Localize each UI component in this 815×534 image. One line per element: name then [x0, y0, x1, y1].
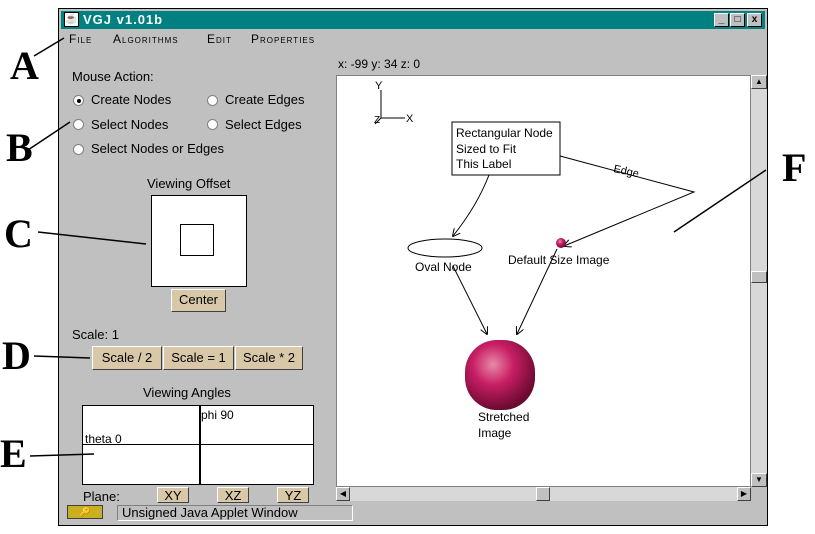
radio-select-edges[interactable] — [207, 119, 218, 130]
center-button[interactable]: Center — [171, 289, 226, 312]
graph-canvas[interactable]: Y X Z Rectangular Node Sized to Fit This… — [336, 75, 751, 487]
menu-algorithms[interactable]: Algorithms — [113, 32, 179, 46]
rect-node-line2: Sized to Fit — [456, 142, 517, 156]
theta-label: theta 0 — [85, 432, 122, 446]
select-edges-label[interactable]: Select Edges — [225, 117, 302, 132]
callout-c: C — [4, 211, 33, 256]
viewing-offset-label: Viewing Offset — [147, 176, 231, 191]
select-nodes-or-edges-label[interactable]: Select Nodes or Edges — [91, 141, 224, 156]
minimize-button[interactable]: _ — [714, 13, 729, 27]
scroll-right-icon[interactable]: ▶ — [737, 487, 751, 501]
select-nodes-label[interactable]: Select Nodes — [91, 117, 168, 132]
axis-x-label: X — [406, 113, 414, 125]
scroll-left-icon[interactable]: ◀ — [336, 487, 350, 501]
graph-drawing: Y X Z Rectangular Node Sized to Fit This… — [374, 80, 696, 440]
menu-properties[interactable]: Properties — [251, 32, 315, 46]
close-button[interactable]: x — [747, 13, 762, 27]
key-icon: 🔑 — [67, 505, 103, 519]
create-nodes-label[interactable]: Create Nodes — [91, 92, 171, 107]
callout-a: A — [10, 43, 39, 88]
edge-rect-to-oval — [453, 174, 490, 236]
oval-node-label: Oval Node — [415, 260, 472, 274]
radio-create-edges[interactable] — [207, 95, 218, 106]
scale-one-button[interactable]: Scale = 1 — [163, 346, 234, 370]
default-size-image-node — [556, 238, 566, 248]
rect-node-line1: Rectangular Node — [456, 126, 553, 140]
callout-f: F — [782, 145, 807, 190]
mouse-action-label: Mouse Action: — [72, 69, 154, 84]
scale-double-button[interactable]: Scale * 2 — [235, 346, 303, 370]
stretched-line1: Stretched — [478, 410, 529, 424]
plane-label: Plane: — [83, 489, 120, 504]
status-bar: 🔑 Unsigned Java Applet Window — [61, 503, 765, 523]
menu-bar: File Algorithms Edit Properties — [61, 30, 765, 50]
maximize-button[interactable]: □ — [730, 13, 745, 27]
edge-oval-to-stretched — [452, 265, 487, 334]
create-edges-label[interactable]: Create Edges — [225, 92, 305, 107]
scroll-up-icon[interactable]: ▲ — [751, 75, 767, 89]
radio-select-nodes-or-edges[interactable] — [73, 144, 84, 155]
menu-file[interactable]: File — [69, 32, 92, 46]
callout-e: E — [0, 431, 27, 476]
edge-label: Edge — [612, 163, 640, 180]
scale-half-button[interactable]: Scale / 2 — [92, 346, 162, 370]
plane-yz-button[interactable]: YZ — [277, 487, 309, 503]
callout-b: B — [6, 125, 33, 170]
scale-label: Scale: 1 — [72, 327, 119, 342]
radio-create-nodes[interactable] — [73, 95, 84, 106]
plane-xy-button[interactable]: XY — [157, 487, 189, 503]
rect-node-line3: This Label — [456, 157, 511, 171]
phi-label: phi 90 — [201, 408, 234, 422]
plane-xz-button[interactable]: XZ — [217, 487, 249, 503]
status-text: Unsigned Java Applet Window — [117, 505, 353, 521]
stretched-line2: Image — [478, 426, 512, 440]
default-size-image-label: Default Size Image — [508, 253, 610, 267]
oval-node — [407, 238, 483, 258]
radio-select-nodes[interactable] — [73, 119, 84, 130]
viewing-offset-pad[interactable] — [151, 195, 247, 287]
axis-y-label: Y — [375, 80, 383, 92]
vertical-scroll-thumb[interactable] — [751, 271, 767, 283]
java-cup-icon[interactable]: ☕ — [64, 12, 79, 27]
title-bar[interactable]: ☕ VGJ v1.01b _ □ x — [61, 11, 765, 29]
menu-edit[interactable]: Edit — [207, 32, 232, 46]
window-title: VGJ v1.01b — [83, 12, 164, 27]
coordinate-readout: x: -99 y: 34 z: 0 — [338, 57, 421, 71]
callout-d: D — [2, 333, 31, 378]
viewing-offset-window[interactable] — [180, 224, 214, 256]
vertical-scrollbar[interactable]: ▲ ▼ — [751, 75, 767, 487]
horizontal-scroll-thumb[interactable] — [536, 487, 550, 501]
scroll-down-icon[interactable]: ▼ — [751, 473, 767, 487]
stretched-image-node — [465, 340, 535, 410]
axis-z-label: Z — [374, 115, 380, 126]
viewing-angles-label: Viewing Angles — [143, 385, 231, 400]
viewing-angles-pad[interactable]: phi 90 theta 0 — [82, 405, 314, 485]
applet-window: ☕ VGJ v1.01b _ □ x File Algorithms Edit … — [58, 8, 768, 526]
horizontal-scrollbar[interactable]: ◀ ▶ — [336, 487, 751, 501]
